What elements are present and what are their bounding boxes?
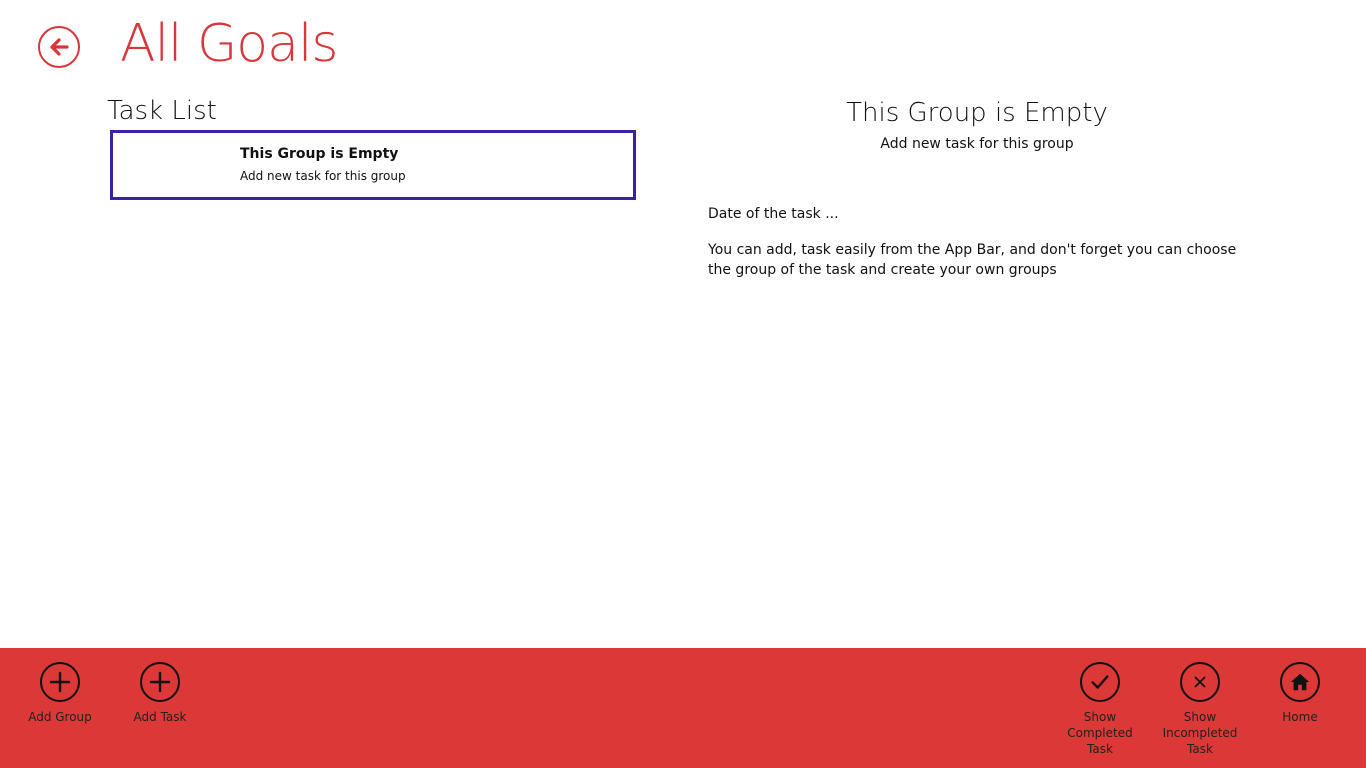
detail-description: You can add, task easily from the App Ba… [708,242,1237,278]
plus-icon [149,671,171,693]
task-item-title: This Group is Empty [240,146,399,162]
task-list-item[interactable]: This Group is Empty Add new task for thi… [110,130,636,200]
add-task-button[interactable]: Add Task [110,662,210,725]
show-incompleted-task-button[interactable]: Show Incompleted Task [1150,662,1250,757]
show-incompleted-label: Show Incompleted Task [1162,710,1238,756]
add-group-label: Add Group [28,710,92,724]
task-list-title: Task List [107,96,217,126]
add-group-button[interactable]: Add Group [10,662,110,725]
add-group-circle [40,662,80,702]
back-button[interactable] [38,26,80,68]
page: All Goals Task List This Group is Empty … [0,0,1366,768]
task-item-subtitle: Add new task for this group [240,169,406,183]
page-title: All Goals [120,14,339,74]
home-button[interactable]: Home [1250,662,1350,725]
back-arrow-icon [50,38,69,56]
app-bar: Add Group Add Task Show Completed Task S… [0,648,1366,768]
detail-date: Date of the task ... [708,206,839,222]
close-icon [1194,676,1206,688]
show-completed-label: Show Completed Task [1067,710,1133,756]
check-icon [1091,675,1109,689]
add-task-label: Add Task [133,710,187,724]
detail-subtitle: Add new task for this group [880,136,1074,152]
home-icon [1290,673,1310,691]
detail-title: This Group is Empty [846,98,1108,128]
show-incompleted-circle [1180,662,1220,702]
plus-icon [49,671,71,693]
home-label: Home [1282,710,1318,724]
show-completed-circle [1080,662,1120,702]
home-circle [1280,662,1320,702]
add-task-circle [140,662,180,702]
show-completed-task-button[interactable]: Show Completed Task [1050,662,1150,757]
